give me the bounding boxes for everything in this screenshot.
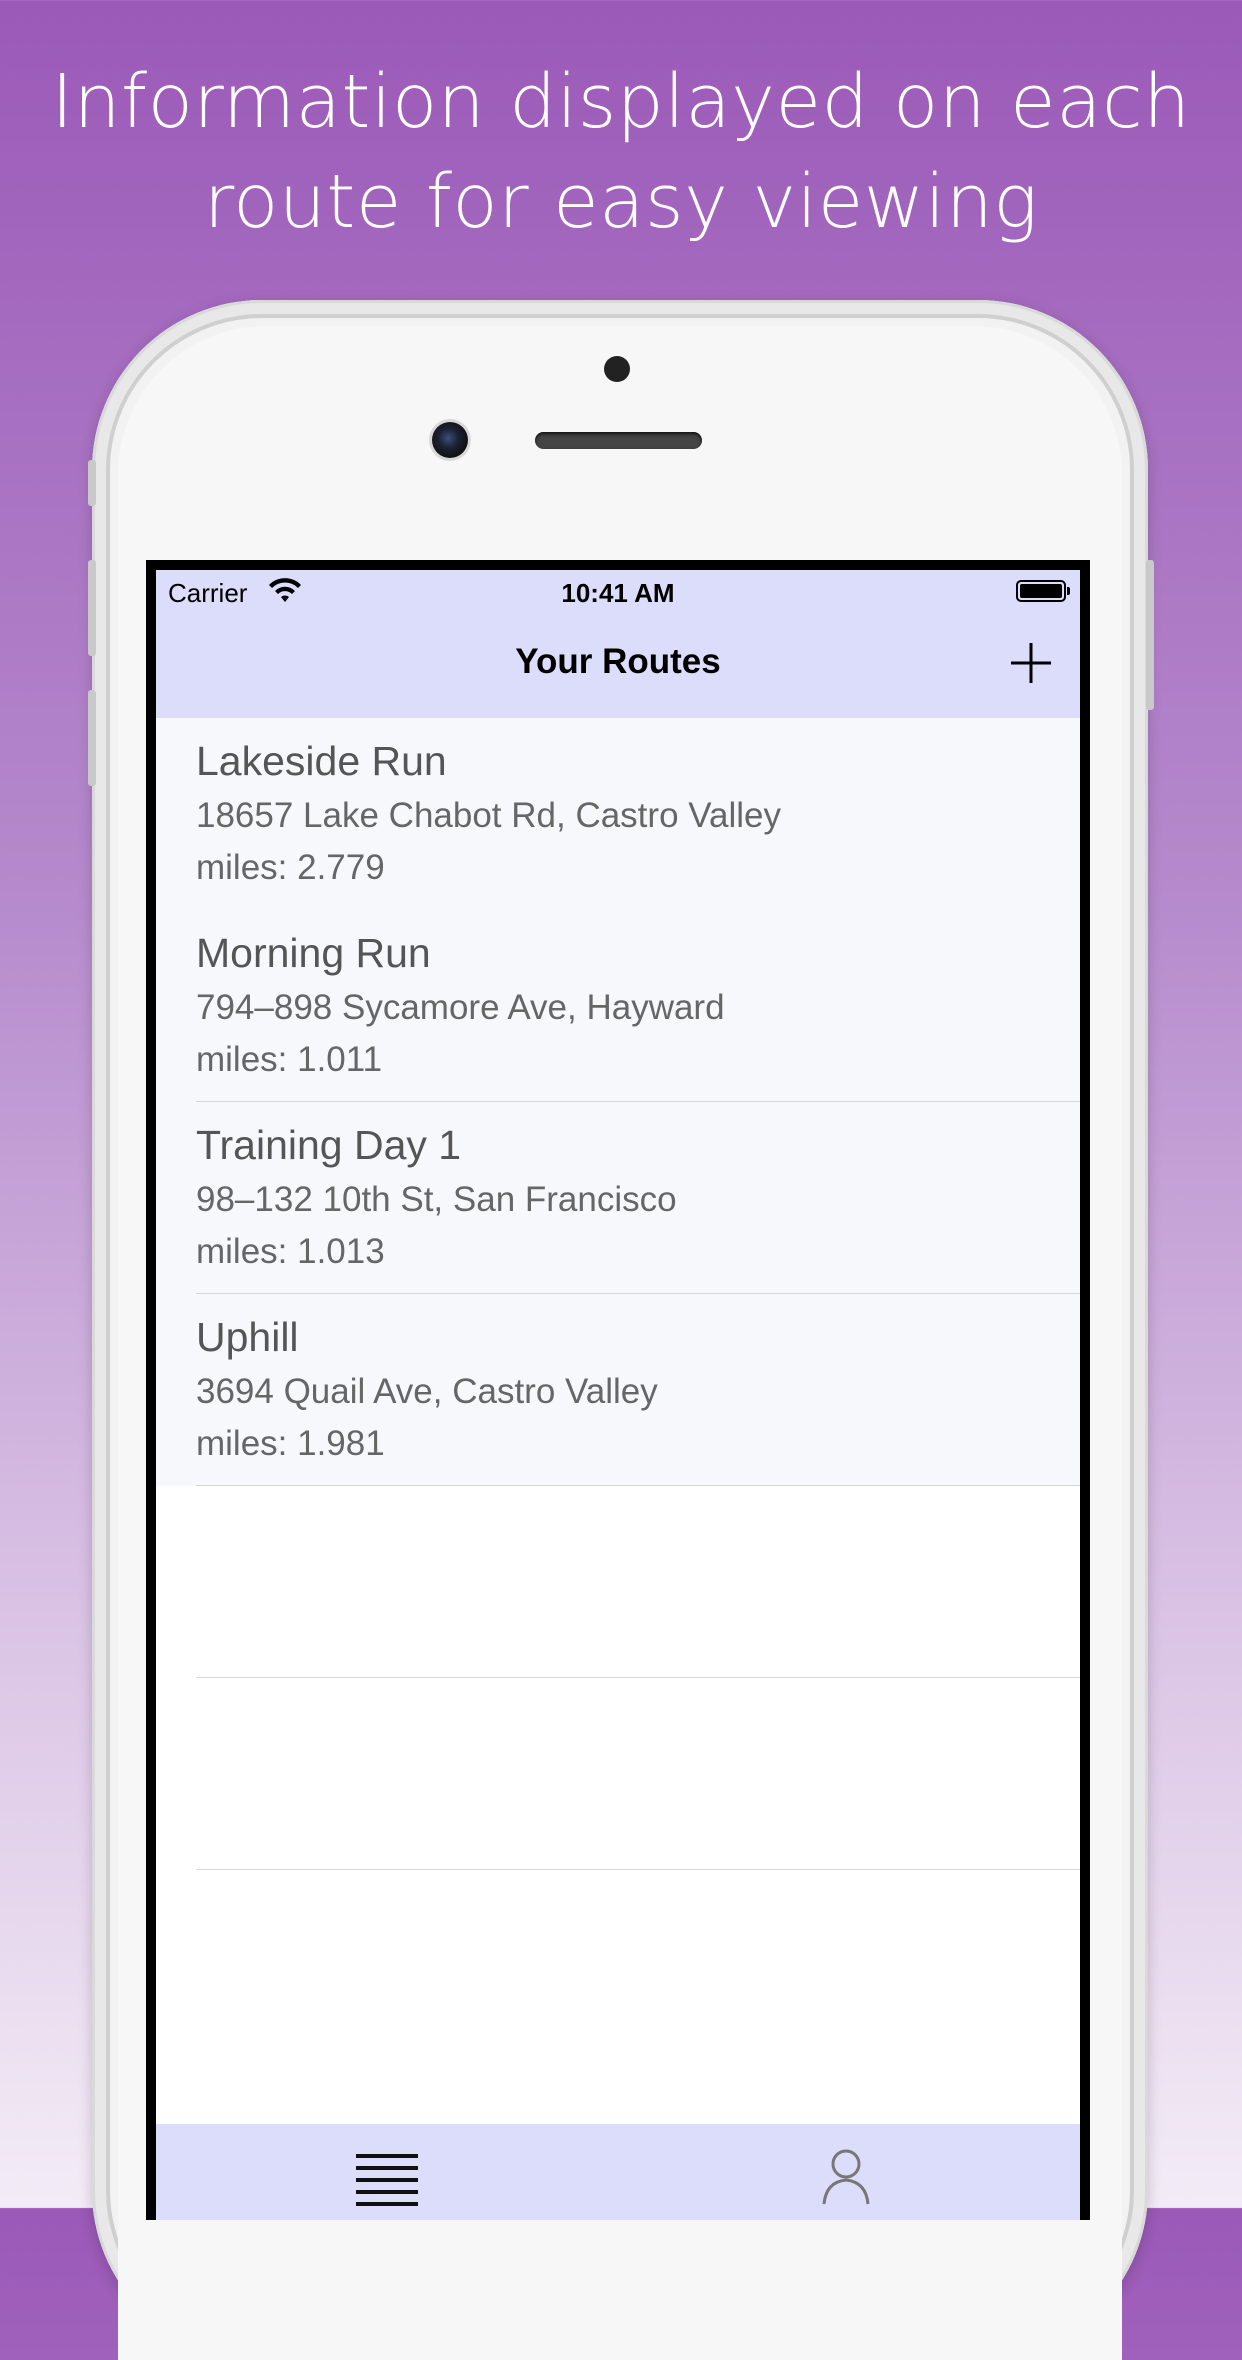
route-name: Uphill	[196, 1314, 299, 1360]
route-address: 3694 Quail Ave, Castro Valley	[196, 1372, 658, 1411]
phone-screen: Carrier 10:41 AM Your Routes Lakeside Ru…	[146, 560, 1090, 2220]
routes-list: Lakeside Run 18657 Lake Chabot Rd, Castr…	[156, 718, 1080, 1870]
route-name: Lakeside Run	[196, 738, 447, 784]
navigation-bar: Carrier 10:41 AM Your Routes	[156, 570, 1080, 718]
route-row-lakeside-run[interactable]: Lakeside Run 18657 Lake Chabot Rd, Castr…	[156, 718, 1080, 910]
proximity-sensor	[604, 356, 630, 382]
route-miles: miles: 1.013	[196, 1232, 385, 1271]
app-display: Carrier 10:41 AM Your Routes Lakeside Ru…	[156, 570, 1080, 2220]
page-title: Your Routes	[515, 642, 721, 681]
route-address: 794–898 Sycamore Ave, Hayward	[196, 988, 725, 1027]
profile-icon[interactable]	[804, 2144, 894, 2220]
route-name: Morning Run	[196, 930, 431, 976]
status-bar: Carrier 10:41 AM	[156, 570, 1080, 610]
earpiece-speaker	[535, 432, 702, 449]
tab-bar	[156, 2124, 1080, 2220]
front-camera	[432, 422, 468, 458]
route-miles: miles: 2.779	[196, 848, 385, 887]
status-time: 10:41 AM	[561, 578, 675, 608]
route-address: 18657 Lake Chabot Rd, Castro Valley	[196, 796, 781, 835]
route-row-uphill[interactable]: Uphill 3694 Quail Ave, Castro Valley mil…	[156, 1294, 1080, 1486]
empty-row	[156, 1486, 1080, 1678]
volume-down-button	[88, 690, 96, 786]
route-address: 98–132 10th St, San Francisco	[196, 1180, 677, 1219]
headline-line-1: Information displayed on each	[51, 59, 1191, 145]
route-row-morning-run[interactable]: Morning Run 794–898 Sycamore Ave, Haywar…	[156, 910, 1080, 1102]
row-separator	[196, 1869, 1080, 1870]
add-route-button[interactable]	[1006, 638, 1056, 688]
headline-line-2: route for easy viewing	[203, 159, 1039, 245]
battery-icon	[1016, 580, 1070, 602]
headline: Information displayed on each route for …	[0, 52, 1242, 252]
empty-row	[156, 1678, 1080, 1870]
route-row-training-day-1[interactable]: Training Day 1 98–132 10th St, San Franc…	[156, 1102, 1080, 1294]
route-miles: miles: 1.981	[196, 1424, 385, 1463]
route-miles: miles: 1.011	[196, 1040, 383, 1079]
list-icon[interactable]	[348, 2144, 438, 2220]
route-name: Training Day 1	[196, 1122, 462, 1168]
volume-up-button	[88, 560, 96, 656]
power-button	[1146, 560, 1154, 710]
mute-switch	[88, 460, 96, 506]
